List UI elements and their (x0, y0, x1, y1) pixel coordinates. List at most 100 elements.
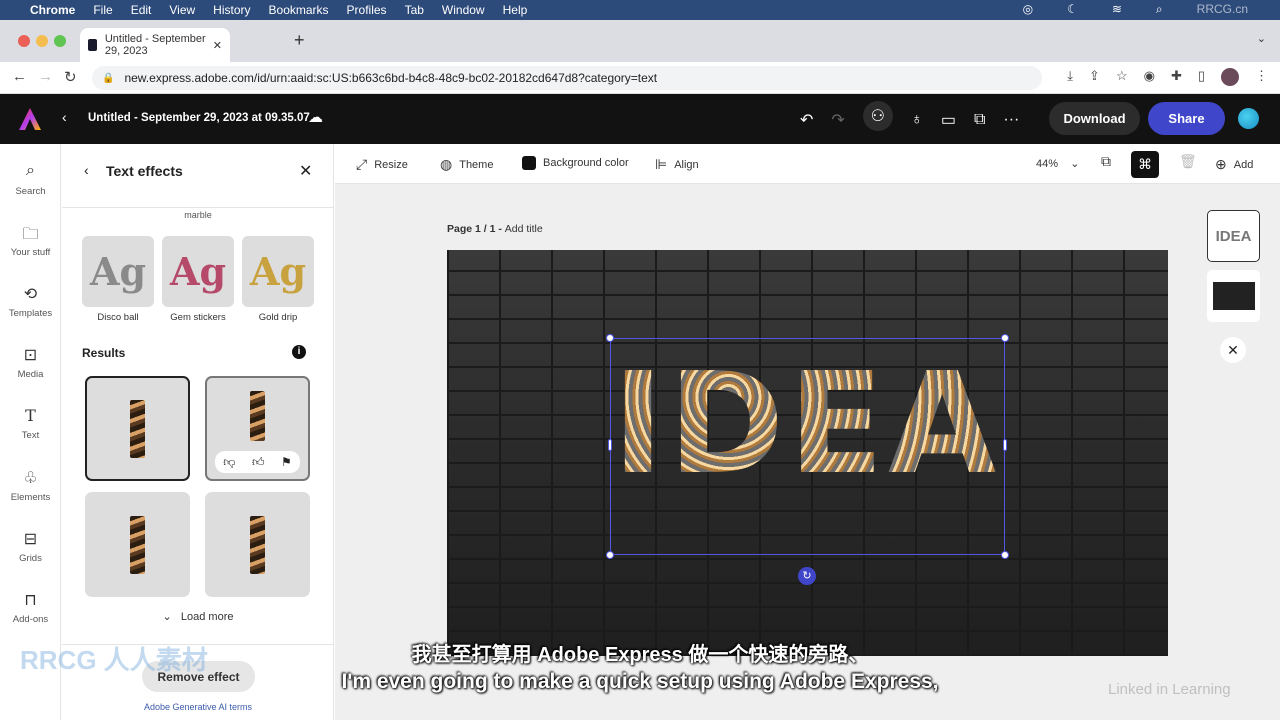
forward-arrow-icon[interactable]: → (38, 68, 53, 85)
rail-search[interactable]: ⌕ Search (0, 162, 61, 197)
layers-icon[interactable]: ⌘ (1131, 151, 1159, 178)
effect-label: Gold drip (258, 312, 298, 323)
rail-templates[interactable]: ⟲ Templates (0, 284, 61, 319)
align-button[interactable]: ⊫ Align (655, 156, 699, 173)
result-item[interactable] (85, 492, 190, 597)
thumbs-down-icon[interactable]: 👎︎ (223, 455, 235, 470)
back-chevron-icon[interactable]: ‹ (62, 109, 67, 125)
menu-profiles[interactable]: Profiles (347, 3, 387, 17)
minimize-window-button[interactable] (36, 35, 48, 47)
rail-media[interactable]: ⊡ Media (0, 345, 61, 380)
back-arrow-icon[interactable]: ← (12, 68, 27, 85)
rail-your-stuff[interactable]: 🗀 Your stuff (0, 223, 61, 258)
extension-icon[interactable]: ◉ (1144, 68, 1155, 86)
generative-ai-terms-link[interactable]: Adobe Generative AI terms (62, 702, 334, 712)
lightbulb-icon[interactable]: ♁ (911, 111, 923, 129)
pages-icon[interactable]: ⧉ (1101, 153, 1111, 170)
resize-handle[interactable] (1001, 551, 1009, 559)
resize-handle[interactable] (606, 334, 614, 342)
rail-add-ons[interactable]: ⊓ Add-ons (0, 590, 61, 625)
panel-back-icon[interactable]: ‹ (84, 162, 89, 178)
effect-gem-stickers[interactable]: Ag (162, 236, 234, 307)
share-page-icon[interactable]: ⇪ (1089, 68, 1100, 86)
effect-label-marble: marble (184, 210, 212, 220)
media-icon: ⊡ (23, 347, 38, 364)
reload-icon[interactable]: ↻ (64, 68, 77, 86)
profile-avatar[interactable] (1221, 68, 1239, 86)
control-icon[interactable]: ◎ (1023, 2, 1033, 17)
menu-window[interactable]: Window (442, 3, 485, 17)
adobe-express-logo[interactable] (18, 107, 42, 131)
present-icon[interactable]: ⧉ (974, 111, 985, 129)
design-canvas[interactable]: IDEA ↻ (447, 250, 1168, 656)
close-tab-icon[interactable]: ✕ (213, 39, 222, 52)
page-thumbnail-idea[interactable]: IDEA (1207, 210, 1260, 262)
load-more-button[interactable]: ⌄ Load more (62, 610, 334, 623)
resize-icon: ⤢ (356, 156, 368, 172)
rotate-handle-icon[interactable]: ↻ (798, 567, 816, 585)
rail-elements[interactable]: ♧ Elements (0, 468, 61, 503)
effect-disco-ball[interactable]: Ag (82, 236, 154, 307)
more-icon[interactable]: ··· (1003, 111, 1019, 129)
menu-edit[interactable]: Edit (131, 3, 152, 17)
new-tab-button[interactable]: + (294, 30, 305, 51)
search-icon: ⌕ (26, 162, 35, 179)
menu-view[interactable]: View (169, 3, 195, 17)
redo-icon[interactable]: ↷ (831, 110, 844, 130)
search-icon[interactable]: ⌕ (1156, 2, 1163, 17)
comment-icon[interactable]: ▭ (941, 110, 956, 130)
resize-handle[interactable] (608, 439, 612, 451)
resize-handle[interactable] (1001, 334, 1009, 342)
background-color-button[interactable]: Background color (522, 156, 629, 170)
resize-handle[interactable] (1003, 439, 1007, 451)
zoom-level[interactable]: 44% ⌄ (1036, 157, 1079, 170)
menu-file[interactable]: File (93, 3, 112, 17)
sidepanel-icon[interactable]: ▯ (1198, 68, 1205, 86)
resize-button[interactable]: ⤢ Resize (356, 156, 408, 173)
menu-help[interactable]: Help (503, 3, 528, 17)
user-avatar[interactable] (1238, 108, 1259, 129)
document-title[interactable]: Untitled - September 29, 2023 at 09.35.0… (88, 112, 310, 124)
elements-icon: ♧ (23, 470, 38, 487)
rail-text[interactable]: T Text (0, 406, 61, 441)
menu-app[interactable]: Chrome (30, 3, 75, 17)
effect-gold-drip[interactable]: Ag (242, 236, 314, 307)
maximize-window-button[interactable] (54, 35, 66, 47)
trash-icon[interactable]: 🗑︎ (1179, 153, 1197, 170)
undo-icon[interactable]: ↶ (800, 110, 813, 130)
url-field[interactable]: 🔒 new.express.adobe.com/id/urn:aaid:sc:US… (92, 66, 1042, 90)
result-preview (130, 515, 145, 574)
bookmark-star-icon[interactable]: ☆ (1116, 68, 1128, 86)
close-thumbnails-icon[interactable]: ✕ (1220, 337, 1246, 363)
browser-tab[interactable]: Untitled - September 29, 2023 ✕ (80, 28, 230, 62)
result-item[interactable] (85, 376, 190, 481)
add-button[interactable]: ⊕ Add (1215, 156, 1253, 173)
info-icon[interactable]: i (292, 345, 306, 359)
page-thumbnail-background[interactable] (1207, 270, 1260, 322)
kebab-menu-icon[interactable]: ⋮ (1255, 68, 1268, 86)
result-item[interactable]: 👎︎ 👍︎ ⚑ (205, 376, 310, 481)
panel-close-icon[interactable]: ✕ (299, 161, 312, 181)
resize-handle[interactable] (606, 551, 614, 559)
menu-history[interactable]: History (213, 3, 250, 17)
add-title-link[interactable]: Add title (505, 223, 543, 235)
flag-icon[interactable]: ⚑ (281, 455, 292, 469)
invite-user-icon[interactable]: ⚇ (862, 101, 893, 131)
share-button[interactable]: Share (1148, 102, 1225, 135)
thumbs-up-icon[interactable]: 👍︎ (252, 455, 265, 470)
tab-search-chevron-icon[interactable]: ⌄ (1257, 32, 1266, 45)
result-preview (130, 399, 145, 458)
moon-icon[interactable]: ☾ (1067, 2, 1078, 17)
puzzle-icon[interactable]: ✚ (1171, 68, 1182, 86)
wifi-icon[interactable]: ≋ (1112, 2, 1122, 17)
download-button[interactable]: Download (1049, 102, 1140, 135)
close-window-button[interactable] (18, 35, 30, 47)
result-item[interactable] (205, 492, 310, 597)
lock-icon: 🔒 (102, 72, 115, 84)
install-icon[interactable]: ⤓ (1067, 68, 1073, 86)
menu-tab[interactable]: Tab (405, 3, 424, 17)
theme-button[interactable]: ◍ Theme (440, 156, 493, 173)
cloud-sync-icon: ☁ (308, 109, 323, 126)
rail-grids[interactable]: ⊟ Grids (0, 529, 61, 564)
menu-bookmarks[interactable]: Bookmarks (269, 3, 329, 17)
